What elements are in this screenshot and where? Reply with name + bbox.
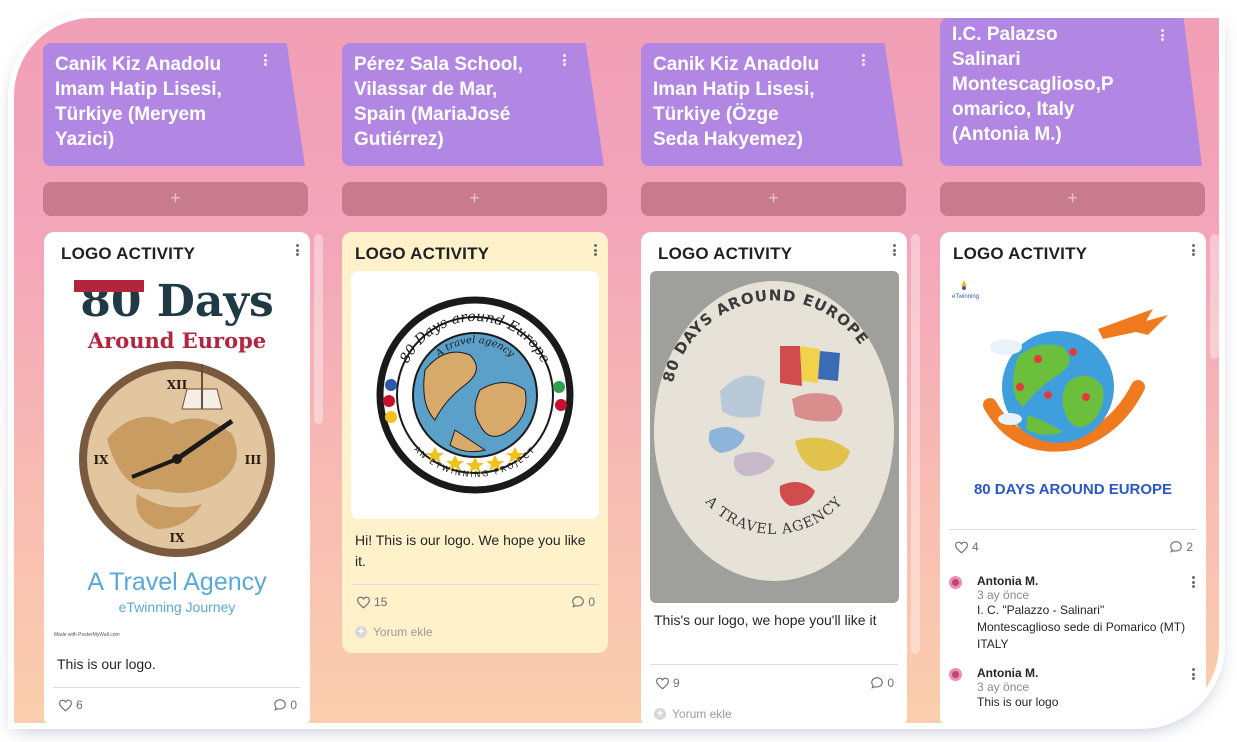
svg-text:IX: IX — [94, 453, 110, 467]
comment-button[interactable]: 0 — [273, 698, 297, 712]
svg-text:III: III — [245, 453, 262, 467]
logo-footer: Made with PosterMyWall.com — [54, 632, 120, 638]
like-count: 15 — [374, 595, 388, 609]
plus-icon: + — [654, 708, 666, 720]
add-comment-label: Yorum ekle — [672, 707, 732, 721]
comment-button[interactable]: 0 — [870, 676, 894, 690]
logo-line3: A Travel Agency — [87, 568, 267, 596]
column-title: Canik Kiz Anadolu Imam Hatip Lisesi, Tür… — [55, 54, 222, 150]
comment-count: 0 — [588, 595, 595, 609]
like-button[interactable]: 15 — [356, 595, 387, 609]
logo-image: 80 Days Around Europe XII III IX IX A Tr… — [52, 272, 302, 652]
post-card-4[interactable]: LOGO ACTIVITY eTwinning 80 DAYS AROUND E… — [940, 232, 1206, 723]
divider — [650, 664, 898, 665]
comment-time: 3 ay önce — [977, 588, 1030, 602]
more-vertical-icon[interactable] — [857, 52, 869, 68]
column-header-3[interactable]: Canik Kiz Anadolu Iman Hatip Lisesi, Tür… — [641, 43, 903, 166]
logo-image: 80 DAYS AROUND EUROPE A TRAVEL AGENCY — [650, 271, 899, 603]
avatar[interactable] — [949, 576, 962, 589]
plus-icon: + — [355, 626, 367, 638]
column-title: I.C. Palazso Salinari Montescaglioso,P o… — [952, 24, 1114, 145]
card-text: Hi! This is our logo. We hope you like i… — [355, 532, 586, 569]
more-vertical-icon[interactable] — [292, 242, 302, 258]
etwinning-badge: eTwinning — [952, 294, 979, 300]
add-comment-button[interactable]: + Yorum ekle — [355, 625, 433, 639]
comment-author: Antonia M. — [977, 574, 1039, 588]
logo-image: 80 Days around Europe A travel agency AN… — [351, 271, 599, 519]
comment-count: 2 — [1186, 540, 1193, 554]
divider — [949, 529, 1197, 530]
comment-button[interactable]: 0 — [571, 595, 595, 609]
more-vertical-icon[interactable] — [1188, 242, 1198, 258]
scrollbar[interactable] — [911, 234, 920, 654]
comment-author: Antonia M. — [977, 666, 1039, 680]
comment-button[interactable]: 2 — [1169, 540, 1193, 554]
comment-time: 3 ay önce — [977, 680, 1030, 694]
more-vertical-icon[interactable] — [1189, 575, 1197, 589]
post-card-1[interactable]: LOGO ACTIVITY 80 Days Around Europe XII … — [44, 232, 310, 723]
card-text: This is our logo. — [57, 656, 156, 672]
add-comment-label: Yorum ekle — [373, 625, 433, 639]
card-title: LOGO ACTIVITY — [355, 244, 490, 263]
comment-icon — [1170, 541, 1183, 553]
heart-icon — [58, 699, 73, 712]
add-post-button[interactable]: + — [940, 182, 1205, 216]
post-card-3[interactable]: LOGO ACTIVITY 80 DAYS AROUND EUROPE A TR… — [641, 232, 907, 723]
add-post-button[interactable]: + — [43, 182, 308, 216]
card-title: LOGO ACTIVITY — [658, 244, 793, 263]
comment-icon — [274, 699, 287, 711]
heart-icon — [356, 596, 371, 609]
card-title: LOGO ACTIVITY — [61, 244, 196, 263]
more-vertical-icon[interactable] — [889, 242, 899, 258]
divider — [351, 584, 599, 585]
svg-text:XII: XII — [167, 378, 188, 392]
heart-icon — [655, 677, 670, 690]
more-vertical-icon[interactable] — [1189, 667, 1197, 681]
like-button[interactable]: 4 — [954, 540, 979, 554]
heart-icon — [954, 541, 969, 554]
column-header-1[interactable]: Canik Kiz Anadolu Imam Hatip Lisesi, Tür… — [43, 43, 305, 166]
like-count: 6 — [76, 698, 83, 712]
divider — [53, 687, 301, 688]
column-header-2[interactable]: Pérez Sala School, Vilassar de Mar, Spai… — [342, 43, 604, 166]
comment-body: I. C. "Palazzo - Salinari" Montescaglios… — [977, 603, 1186, 651]
comment-item: Antonia M. 3 ay önce This is our logo — [949, 666, 1197, 716]
like-count: 9 — [673, 676, 680, 690]
comment-body: This is our logo — [977, 695, 1059, 709]
add-post-button[interactable]: + — [641, 182, 906, 216]
padlet-board: Canik Kiz Anadolu Imam Hatip Lisesi, Tür… — [14, 18, 1219, 723]
add-comment-button[interactable]: + Yorum ekle — [654, 707, 732, 721]
like-button[interactable]: 9 — [655, 676, 680, 690]
logo-image: eTwinning 80 DAYS AROUND EUROPE — [948, 272, 1198, 522]
logo-line2: Around Europe — [87, 328, 266, 353]
logo-caption: 80 DAYS AROUND EUROPE — [974, 481, 1172, 498]
svg-text:IX: IX — [170, 531, 186, 545]
comment-count: 0 — [290, 698, 297, 712]
more-vertical-icon[interactable] — [259, 52, 271, 68]
add-post-button[interactable]: + — [342, 182, 607, 216]
post-card-2[interactable]: LOGO ACTIVITY 80 Days around Europe A tr… — [342, 232, 608, 653]
more-vertical-icon[interactable] — [1156, 27, 1168, 43]
column-title: Canik Kiz Anadolu Iman Hatip Lisesi, Tür… — [653, 54, 820, 150]
scrollbar[interactable] — [314, 234, 323, 424]
more-vertical-icon[interactable] — [558, 52, 570, 68]
comment-count: 0 — [887, 676, 894, 690]
like-count: 4 — [972, 540, 979, 554]
column-header-4[interactable]: I.C. Palazso Salinari Montescaglioso,P o… — [940, 18, 1202, 166]
comment-icon — [572, 596, 585, 608]
comment-icon — [871, 677, 884, 689]
card-text: This's our logo, we hope you'll like it — [654, 612, 877, 628]
like-button[interactable]: 6 — [58, 698, 83, 712]
comment-item: Antonia M. 3 ay önce I. C. "Palazzo - Sa… — [949, 574, 1197, 654]
logo-line4: eTwinning Journey — [119, 599, 236, 615]
more-vertical-icon[interactable] — [590, 242, 600, 258]
card-title: LOGO ACTIVITY — [953, 244, 1088, 263]
column-title: Pérez Sala School, Vilassar de Mar, Spai… — [354, 54, 523, 150]
avatar[interactable] — [949, 668, 962, 681]
scrollbar[interactable] — [1210, 234, 1219, 359]
